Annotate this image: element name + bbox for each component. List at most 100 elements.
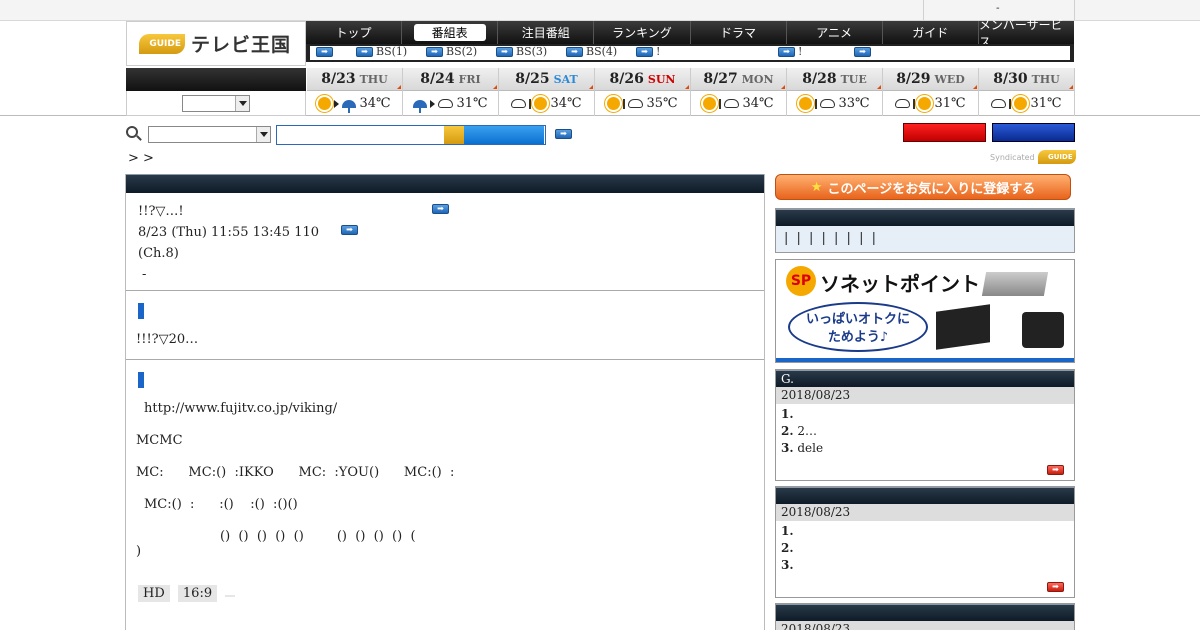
- day-of-week: THU: [359, 72, 388, 86]
- day-column[interactable]: 8/24 FRI 31℃: [403, 68, 499, 116]
- day-header[interactable]: 8/23 THU: [307, 68, 402, 91]
- subnav-bs4[interactable]: BS(4): [586, 45, 617, 58]
- format-tag: [225, 595, 236, 597]
- day-date: 8/29: [896, 71, 931, 87]
- ranking-item[interactable]: 2. 2…: [781, 423, 1069, 440]
- cloud-icon: [991, 99, 1007, 108]
- section-marker: [138, 303, 144, 319]
- day-column[interactable]: 8/25 SAT 34℃: [499, 68, 595, 116]
- ranking-item[interactable]: 3.: [781, 557, 1069, 574]
- day-header[interactable]: 8/28 TUE: [787, 68, 882, 91]
- search-button[interactable]: [464, 126, 544, 144]
- day-column[interactable]: 8/27 MON 34℃: [691, 68, 787, 116]
- date-select-cell: [126, 91, 306, 116]
- ad-bubble-line: いっぱいオトクに: [805, 312, 910, 327]
- day-column[interactable]: 8/23 THU 34℃: [307, 68, 403, 116]
- more-arrow-icon[interactable]: ➡: [1047, 582, 1064, 592]
- day-column[interactable]: 8/26 SUN 35℃: [595, 68, 691, 116]
- cloud-icon: [724, 99, 740, 108]
- nav-item-drama[interactable]: ドラマ: [691, 21, 787, 44]
- subnav-item[interactable]: !: [656, 45, 660, 58]
- umbrella-icon: [342, 99, 357, 113]
- program-info: !!?▽…! 8/23 (Thu) 11:55 13:45 110 (Ch.8)…: [126, 193, 764, 291]
- favorite-label: このページをお気に入りに登録する: [827, 181, 1036, 197]
- area-select[interactable]: [182, 95, 250, 112]
- arrow-button-icon[interactable]: ➡: [636, 47, 653, 57]
- favorite-button[interactable]: ★ このページをお気に入りに登録する: [775, 174, 1071, 200]
- arrow-button-icon[interactable]: ➡: [341, 225, 358, 235]
- description-line: () () () () () () () () () (: [220, 529, 416, 544]
- divider-icon: [719, 98, 722, 109]
- ad-underline: [776, 358, 1074, 362]
- sun-icon: [607, 97, 621, 110]
- day-column[interactable]: 8/29 WED 31℃: [883, 68, 979, 116]
- ranking-item[interactable]: 1.: [781, 523, 1069, 540]
- day-date: 8/24: [420, 71, 455, 87]
- ranking-list: 1. 2. 2… 3. dele: [776, 404, 1074, 459]
- search-category-select[interactable]: [148, 126, 271, 143]
- ranking-item[interactable]: 2.: [781, 540, 1069, 557]
- ranking-date: 2018/08/23: [776, 621, 1074, 630]
- sidebar-nav-links[interactable]: | | | | | | | |: [776, 226, 1074, 252]
- day-header[interactable]: 8/24 FRI: [403, 68, 498, 91]
- day-header[interactable]: 8/27 MON: [691, 68, 786, 91]
- subnav-bs1[interactable]: BS(1): [376, 45, 407, 58]
- day-temp: 34℃: [742, 96, 774, 111]
- arrow-button-icon[interactable]: ➡: [316, 47, 333, 57]
- day-header[interactable]: 8/25 SAT: [499, 68, 594, 91]
- day-header[interactable]: 8/30 THU: [979, 68, 1074, 91]
- subnav-bs2[interactable]: BS(2): [446, 45, 477, 58]
- arrow-button-icon[interactable]: ➡: [356, 47, 373, 57]
- nav-item-guide[interactable]: ガイド: [883, 21, 979, 44]
- day-header[interactable]: 8/26 SUN: [595, 68, 690, 91]
- ranking-item[interactable]: 1.: [781, 406, 1069, 423]
- divider: [1074, 0, 1075, 20]
- day-date: 8/26: [609, 71, 644, 87]
- cloud-icon: [628, 99, 644, 108]
- sun-icon: [534, 97, 548, 110]
- sun-icon: [918, 97, 932, 110]
- ranking-item[interactable]: 3. dele: [781, 440, 1069, 457]
- day-temp: 33℃: [838, 96, 870, 111]
- subnav-bs3[interactable]: BS(3): [516, 45, 547, 58]
- nav-item-anime[interactable]: アニメ: [787, 21, 883, 44]
- arrow-button-icon[interactable]: ➡: [432, 204, 449, 214]
- ranking-header: [776, 487, 1074, 504]
- arrow-button-icon[interactable]: ➡: [566, 47, 583, 57]
- sonet-point-ad[interactable]: SP ソネットポイント いっぱいオトクに ためよう♪: [775, 259, 1075, 363]
- day-column[interactable]: 8/28 TUE 33℃: [787, 68, 883, 116]
- tv-image-icon: [936, 304, 990, 350]
- arrow-button-icon[interactable]: ➡: [496, 47, 513, 57]
- day-weather: 34℃: [499, 91, 594, 116]
- day-weather: 34℃: [691, 91, 786, 116]
- section-header: [776, 209, 1074, 226]
- more-arrow-icon[interactable]: ➡: [1047, 465, 1064, 475]
- blue-button[interactable]: [992, 123, 1075, 142]
- site-logo[interactable]: GUIDE テレビ王国: [126, 21, 306, 66]
- nav-item-schedule[interactable]: 番組表: [402, 21, 499, 44]
- day-weather: 31℃: [979, 91, 1074, 116]
- ad-bubble-line: ためよう♪: [827, 330, 889, 345]
- description-line: MC: MC:() :IKKO MC: :YOU() MC:() :: [136, 465, 455, 480]
- day-of-week: THU: [1031, 72, 1060, 86]
- official-url[interactable]: http://www.fujitv.co.jp/viking/: [136, 401, 754, 416]
- nav-item-featured[interactable]: 注目番組: [498, 21, 595, 44]
- arrow-button-icon[interactable]: ➡: [854, 47, 871, 57]
- arrow-button-icon[interactable]: ➡: [778, 47, 795, 57]
- divider-icon: [1009, 98, 1012, 109]
- red-button[interactable]: [903, 123, 986, 142]
- day-column[interactable]: 8/30 THU 31℃: [979, 68, 1075, 116]
- arrow-button-icon[interactable]: ➡: [426, 47, 443, 57]
- nav-item-ranking[interactable]: ランキング: [594, 21, 691, 44]
- day-header[interactable]: 8/29 WED: [883, 68, 978, 91]
- arrow-button-icon[interactable]: ➡: [555, 129, 572, 139]
- ranking-box: 2018/08/23: [775, 603, 1075, 630]
- subnav-item[interactable]: !: [798, 45, 802, 58]
- cloud-icon: [511, 99, 527, 108]
- sun-icon: [799, 97, 813, 110]
- nav-item-member[interactable]: メンバーサービス: [979, 18, 1074, 49]
- day-date: 8/28: [802, 71, 837, 87]
- nav-item-top[interactable]: トップ: [306, 21, 403, 44]
- ranking-header: G.: [776, 370, 1074, 387]
- description-line: MC:() : :() :() :()(): [144, 497, 298, 512]
